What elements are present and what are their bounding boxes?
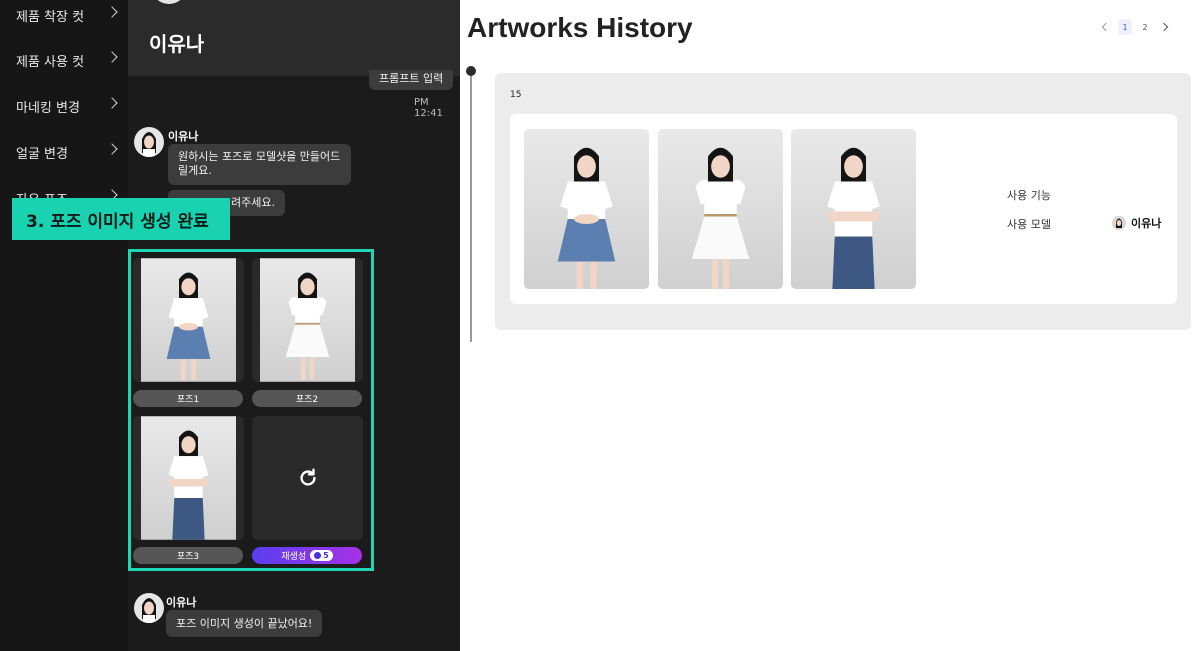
chevron-right-icon: [106, 51, 118, 63]
message-timestamp: PM 12:41: [414, 97, 443, 119]
pagination: 1 2: [1100, 19, 1170, 35]
timeline-dot: [466, 66, 476, 76]
history-card: 15 사용 기능 사용 모델 이유나: [495, 73, 1191, 330]
history-count: 15: [510, 90, 522, 100]
avatar: [134, 593, 164, 623]
pose-1-button[interactable]: 포즈1: [133, 390, 243, 407]
artwork-image[interactable]: [791, 129, 916, 289]
pose-results: 포즈1 포즈2 포즈3 재생성 5: [128, 249, 374, 571]
app-root: 제품 착장 컷 제품 사용 컷 마네킹 변경 얼굴 변경 자유 포즈: [0, 0, 1200, 651]
sidebar-item-label: 제품 사용 컷: [16, 54, 85, 70]
sidebar-item-label: 얼굴 변경: [16, 146, 68, 162]
chat-title: 이유나: [149, 32, 205, 56]
chat-panel: 제품 착장 컷 제품 사용 컷 마네킹 변경 얼굴 변경 자유 포즈: [0, 0, 460, 651]
pose-3-button[interactable]: 포즈3: [133, 547, 243, 564]
model-name: 이유나: [1131, 217, 1162, 230]
regenerate-button[interactable]: 재생성 5: [252, 547, 362, 564]
chevron-right-icon: [1159, 22, 1169, 32]
history-entry: 사용 기능 사용 모델 이유나: [510, 114, 1177, 304]
pose-2-button[interactable]: 포즈2: [252, 390, 362, 407]
sidebar-item-product-usage[interactable]: 제품 사용 컷: [0, 45, 128, 75]
artwork-image[interactable]: [524, 129, 649, 289]
regenerate-label: 재생성: [281, 552, 307, 562]
avatar: [1112, 216, 1126, 230]
avatar: [134, 127, 164, 157]
bot-name: 이유나: [168, 130, 199, 143]
feature-label: 사용 기능: [1007, 189, 1051, 202]
chevron-right-icon: [106, 6, 118, 18]
chevron-left-icon: [1101, 22, 1111, 32]
avatar: [157, 0, 181, 4]
pose-image-3[interactable]: [133, 416, 244, 540]
credit-badge: 5: [310, 550, 333, 561]
credit-icon: [314, 552, 322, 559]
page-2-button[interactable]: 2: [1138, 19, 1152, 35]
sidebar-item-mannequin-change[interactable]: 마네킹 변경: [0, 91, 128, 121]
chevron-right-icon: [106, 97, 118, 109]
chat-header: 이유나: [128, 0, 460, 76]
sidebar-item-label: 마네킹 변경: [16, 100, 80, 116]
refresh-icon: [299, 468, 316, 486]
sidebar-item-label: 제품 착장 컷: [16, 9, 85, 25]
sidebar: 제품 착장 컷 제품 사용 컷 마네킹 변경 얼굴 변경 자유 포즈: [0, 0, 128, 651]
credit-count: 5: [323, 551, 329, 560]
user-message: 프롬프트 입력: [369, 70, 454, 90]
chevron-right-icon: [106, 143, 118, 155]
sidebar-item-face-change[interactable]: 얼굴 변경: [0, 137, 128, 167]
model-value: 이유나: [1112, 215, 1161, 231]
model-label: 사용 모델: [1007, 218, 1051, 231]
bot-name: 이유나: [166, 596, 197, 609]
sidebar-item-product-wearing[interactable]: 제품 착장 컷: [0, 0, 128, 30]
bot-message: 원하시는 포즈로 모델샷을 만들어드릴게요.: [168, 144, 351, 185]
prev-page-button[interactable]: [1100, 19, 1112, 35]
page-title: Artworks History: [467, 12, 693, 43]
regenerate-tile[interactable]: [252, 416, 363, 540]
timeline-line: [470, 72, 472, 342]
page-1-button[interactable]: 1: [1118, 19, 1132, 35]
artwork-image[interactable]: [658, 129, 783, 289]
step-callout: 3. 포즈 이미지 생성 완료: [12, 198, 230, 240]
pose-image-2[interactable]: [252, 258, 363, 382]
pose-image-1[interactable]: [133, 258, 244, 382]
bot-message: 포즈 이미지 생성이 끝났어요!: [166, 610, 323, 637]
next-page-button[interactable]: [1158, 19, 1170, 35]
